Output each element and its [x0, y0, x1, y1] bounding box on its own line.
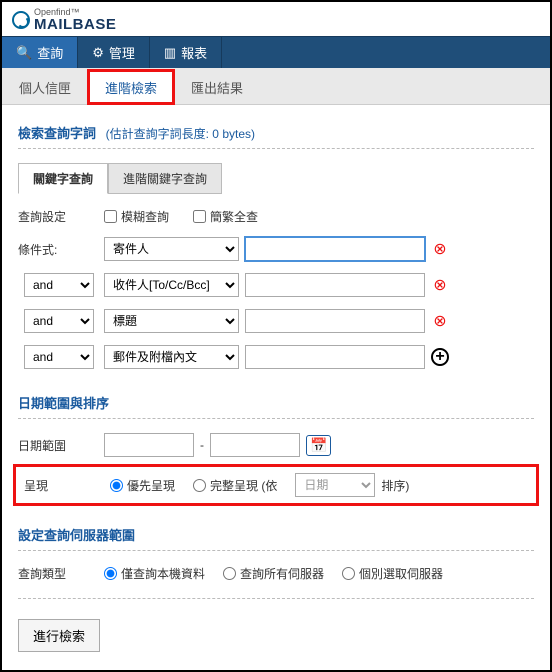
nav-search[interactable]: 🔍 查詢 — [2, 37, 78, 68]
submit-button[interactable]: 進行檢索 — [18, 619, 100, 652]
delete-row-icon[interactable]: ⊗ — [431, 311, 449, 331]
delete-row-icon[interactable]: ⊗ — [431, 239, 449, 259]
select-radio[interactable]: 個別選取伺服器 — [342, 565, 443, 582]
field-select-4[interactable]: 郵件及附檔內文 — [104, 345, 239, 369]
brand-title: MAILBASE — [34, 17, 116, 32]
field-select-1[interactable]: 寄件人 — [104, 237, 239, 261]
value-input-3[interactable] — [245, 309, 425, 333]
section-date-title: 日期範圍與排序 — [18, 387, 534, 419]
field-select-3[interactable]: 標題 — [104, 309, 239, 333]
calendar-icon[interactable]: 📅 — [306, 435, 331, 456]
brand-header: Openfind™ MAILBASE — [2, 2, 550, 36]
brand-logo-icon — [12, 11, 30, 29]
section-query-title: 檢索查詢字詞 (估計查詢字詞長度: 0 bytes) — [18, 117, 534, 149]
inner-tabs: 關鍵字查詢 進階關鍵字查詢 — [18, 163, 534, 194]
section-server-title: 設定查詢伺服器範圍 — [18, 519, 534, 551]
op-select-3[interactable]: and — [24, 309, 94, 333]
query-setting-label: 查詢設定 — [18, 208, 98, 225]
op-select-4[interactable]: and — [24, 345, 94, 369]
date-separator: - — [200, 438, 204, 452]
nav-report[interactable]: ▥ 報表 — [150, 37, 222, 68]
inner-tab-keyword[interactable]: 關鍵字查詢 — [18, 163, 108, 194]
tab-export[interactable]: 匯出結果 — [174, 70, 260, 104]
local-radio[interactable]: 僅查詢本機資料 — [104, 565, 205, 582]
field-select-2[interactable]: 收件人[To/Cc/Bcc] — [104, 273, 239, 297]
simptrad-checkbox[interactable]: 簡繁全查 — [193, 208, 258, 225]
gear-icon: ⚙ — [92, 45, 104, 61]
display-label: 呈現 — [24, 477, 104, 494]
tab-advanced[interactable]: 進階檢索 — [88, 70, 174, 104]
tab-personal[interactable]: 個人信匣 — [2, 70, 88, 104]
priority-radio[interactable]: 優先呈現 — [110, 477, 175, 494]
chart-icon: ▥ — [164, 45, 176, 61]
nav-manage[interactable]: ⚙ 管理 — [78, 37, 150, 68]
date-range-label: 日期範圍 — [18, 437, 98, 454]
value-input-4[interactable] — [245, 345, 425, 369]
date-to-input[interactable] — [210, 433, 300, 457]
fuzzy-checkbox[interactable]: 模糊查詢 — [104, 208, 169, 225]
inner-tab-adv-keyword[interactable]: 進階關鍵字查詢 — [108, 163, 222, 194]
divider — [18, 598, 534, 599]
sort-select[interactable]: 日期 — [295, 473, 375, 497]
add-row-icon[interactable]: + — [431, 348, 449, 366]
value-input-1[interactable] — [245, 237, 425, 261]
op-select-2[interactable]: and — [24, 273, 94, 297]
top-nav: 🔍 查詢 ⚙ 管理 ▥ 報表 — [2, 36, 550, 68]
all-radio[interactable]: 查詢所有伺服器 — [223, 565, 324, 582]
condition-label: 條件式: — [18, 241, 98, 258]
value-input-2[interactable] — [245, 273, 425, 297]
date-from-input[interactable] — [104, 433, 194, 457]
sort-suffix: 排序) — [381, 477, 409, 494]
delete-row-icon[interactable]: ⊗ — [431, 275, 449, 295]
query-type-label: 查詢類型 — [18, 565, 98, 582]
complete-radio[interactable]: 完整呈現 (依 — [193, 477, 277, 494]
search-icon: 🔍 — [16, 45, 32, 61]
length-hint: (估計查詢字詞長度: 0 bytes) — [106, 127, 255, 141]
sub-tabs: 個人信匣 進階檢索 匯出結果 — [2, 68, 550, 105]
